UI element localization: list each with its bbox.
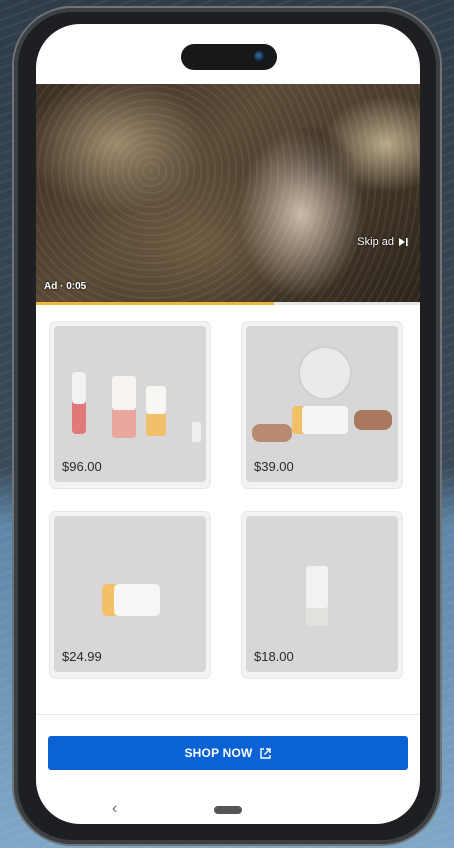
ad-progress-bar [36,302,420,305]
shop-now-label: SHOP NOW [184,746,253,760]
video-ad[interactable]: Skip ad Ad · 0:05 [36,84,420,302]
home-nav-pill[interactable] [214,806,242,814]
camera-notch [181,44,277,70]
skip-ad-button[interactable]: Skip ad [357,236,408,248]
product-card[interactable]: $18.00 [242,512,402,678]
divider [36,714,420,715]
skip-ad-label: Skip ad [357,236,394,248]
product-price: $18.00 [254,649,294,664]
back-nav-icon[interactable]: ‹ [112,800,117,818]
product-price: $24.99 [62,649,102,664]
product-image: $39.00 [246,326,398,482]
skip-next-icon [399,238,408,246]
product-card[interactable]: $96.00 [50,322,210,488]
video-frame [36,84,420,302]
product-price: $96.00 [62,459,102,474]
phone-frame: Skip ad Ad · 0:05 $96.00 $39.00 $24.99 $… [14,8,440,844]
ad-timer: Ad · 0:05 [44,281,87,292]
product-card[interactable]: $39.00 [242,322,402,488]
product-price: $39.00 [254,459,294,474]
product-image: $96.00 [54,326,206,482]
phone-screen: Skip ad Ad · 0:05 $96.00 $39.00 $24.99 $… [36,24,420,824]
front-camera-icon [254,51,265,62]
external-link-icon [259,747,271,759]
shop-now-button[interactable]: SHOP NOW [48,736,408,770]
ad-progress-fill [36,302,275,305]
product-image: $24.99 [54,516,206,672]
product-card[interactable]: $24.99 [50,512,210,678]
product-image: $18.00 [246,516,398,672]
